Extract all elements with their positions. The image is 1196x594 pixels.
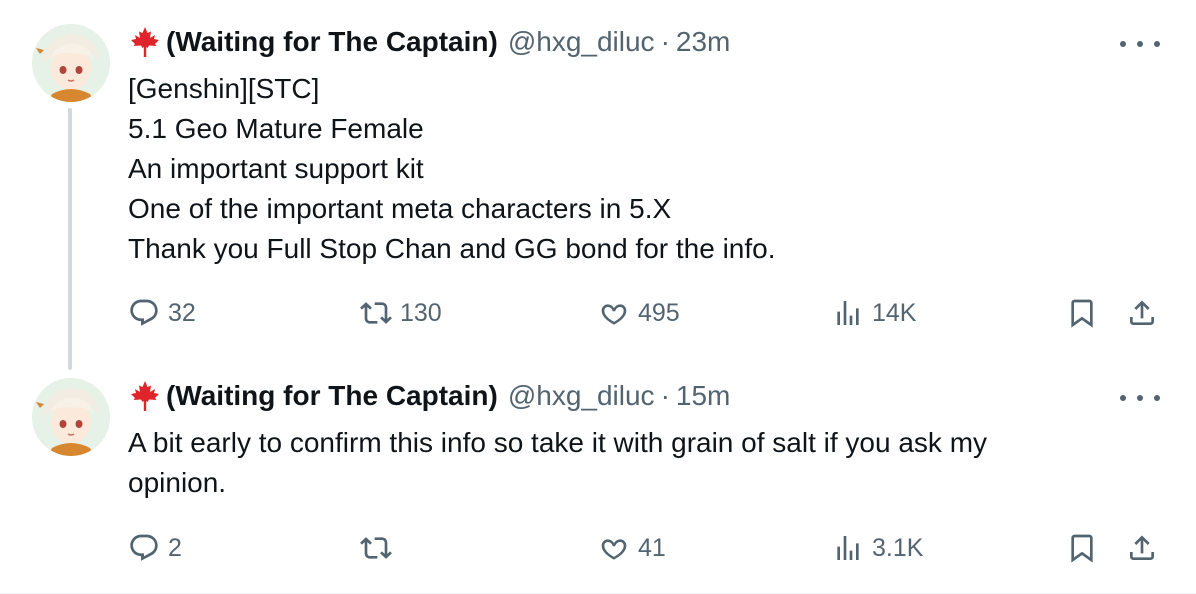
share-button[interactable] [1126,293,1158,333]
views-button[interactable]: 3.1K [832,528,923,568]
action-bar: 2 41 3.1K [128,528,1168,568]
heart-icon [601,304,627,325]
timestamp[interactable]: 15m [676,380,730,412]
tweet-text: A bit early to confirm this info so take… [128,423,1156,503]
tweet-text: [Genshin][STC] 5.1 Geo Mature Female An … [128,69,1156,269]
share-icon [1130,300,1154,325]
bookmark-button[interactable] [1066,293,1098,333]
action-bar: 32 130 495 14K [128,293,1168,333]
tweet-text-line: [Genshin][STC] [128,73,320,104]
bookmark-icon [1071,534,1093,563]
maple-leaf-icon [128,379,162,413]
views-count: 3.1K [872,533,924,562]
display-name[interactable]: (Waiting for The Captain) [166,26,498,58]
user-handle[interactable]: @hxg_diluc [508,380,655,412]
tweet-text-line: A bit early to confirm this info so take… [128,427,988,458]
reply-button[interactable]: 32 [128,293,196,333]
tweet-text-line: An important support kit [128,153,424,184]
tweet-text-line: Thank you Full Stop Chan and GG bond for… [128,233,776,264]
reply-button[interactable]: 2 [128,528,182,568]
reply-count: 2 [168,533,182,562]
tweet-text-line: One of the important meta characters in … [128,193,672,224]
avatar[interactable] [32,24,110,102]
separator-dot: · [660,26,670,57]
reply-icon [130,299,158,326]
views-icon [837,536,859,560]
tweet-text-line: 5.1 Geo Mature Female [128,113,424,144]
bookmark-button[interactable] [1066,528,1098,568]
more-options-icon[interactable] [1120,34,1160,54]
heart-icon [601,539,627,560]
tweet-thread: (Waiting for The Captain) @hxg_diluc · 2… [0,0,1196,594]
thread-connector-line [68,108,72,370]
tweet-text-line: opinion. [128,467,227,498]
retweet-icon [360,537,392,559]
bookmark-icon [1071,299,1093,328]
retweet-icon [360,302,392,324]
more-options-icon[interactable] [1120,388,1160,408]
views-count: 14K [872,298,917,327]
retweet-button[interactable] [360,528,400,568]
maple-leaf-icon [128,25,162,59]
views-button[interactable]: 14K [832,293,916,333]
like-count: 41 [638,533,666,562]
timestamp[interactable]: 23m [676,26,730,58]
reply-count: 32 [168,298,196,327]
views-icon [837,301,859,325]
user-handle[interactable]: @hxg_diluc [508,26,655,58]
display-name[interactable]: (Waiting for The Captain) [166,380,498,412]
share-icon [1130,535,1154,560]
reply-icon [130,534,158,561]
separator-dot: · [660,380,670,411]
tweet-header: (Waiting for The Captain) @hxg_diluc · 2… [128,24,730,60]
retweet-button[interactable]: 130 [360,293,442,333]
share-button[interactable] [1126,528,1158,568]
avatar[interactable] [32,378,110,456]
tweet[interactable]: (Waiting for The Captain) @hxg_diluc · 1… [0,360,1196,594]
like-button[interactable]: 41 [598,528,666,568]
tweet[interactable]: (Waiting for The Captain) @hxg_diluc · 2… [0,0,1196,370]
like-count: 495 [638,298,680,327]
retweet-count: 130 [400,298,442,327]
like-button[interactable]: 495 [598,293,680,333]
tweet-header: (Waiting for The Captain) @hxg_diluc · 1… [128,378,730,414]
